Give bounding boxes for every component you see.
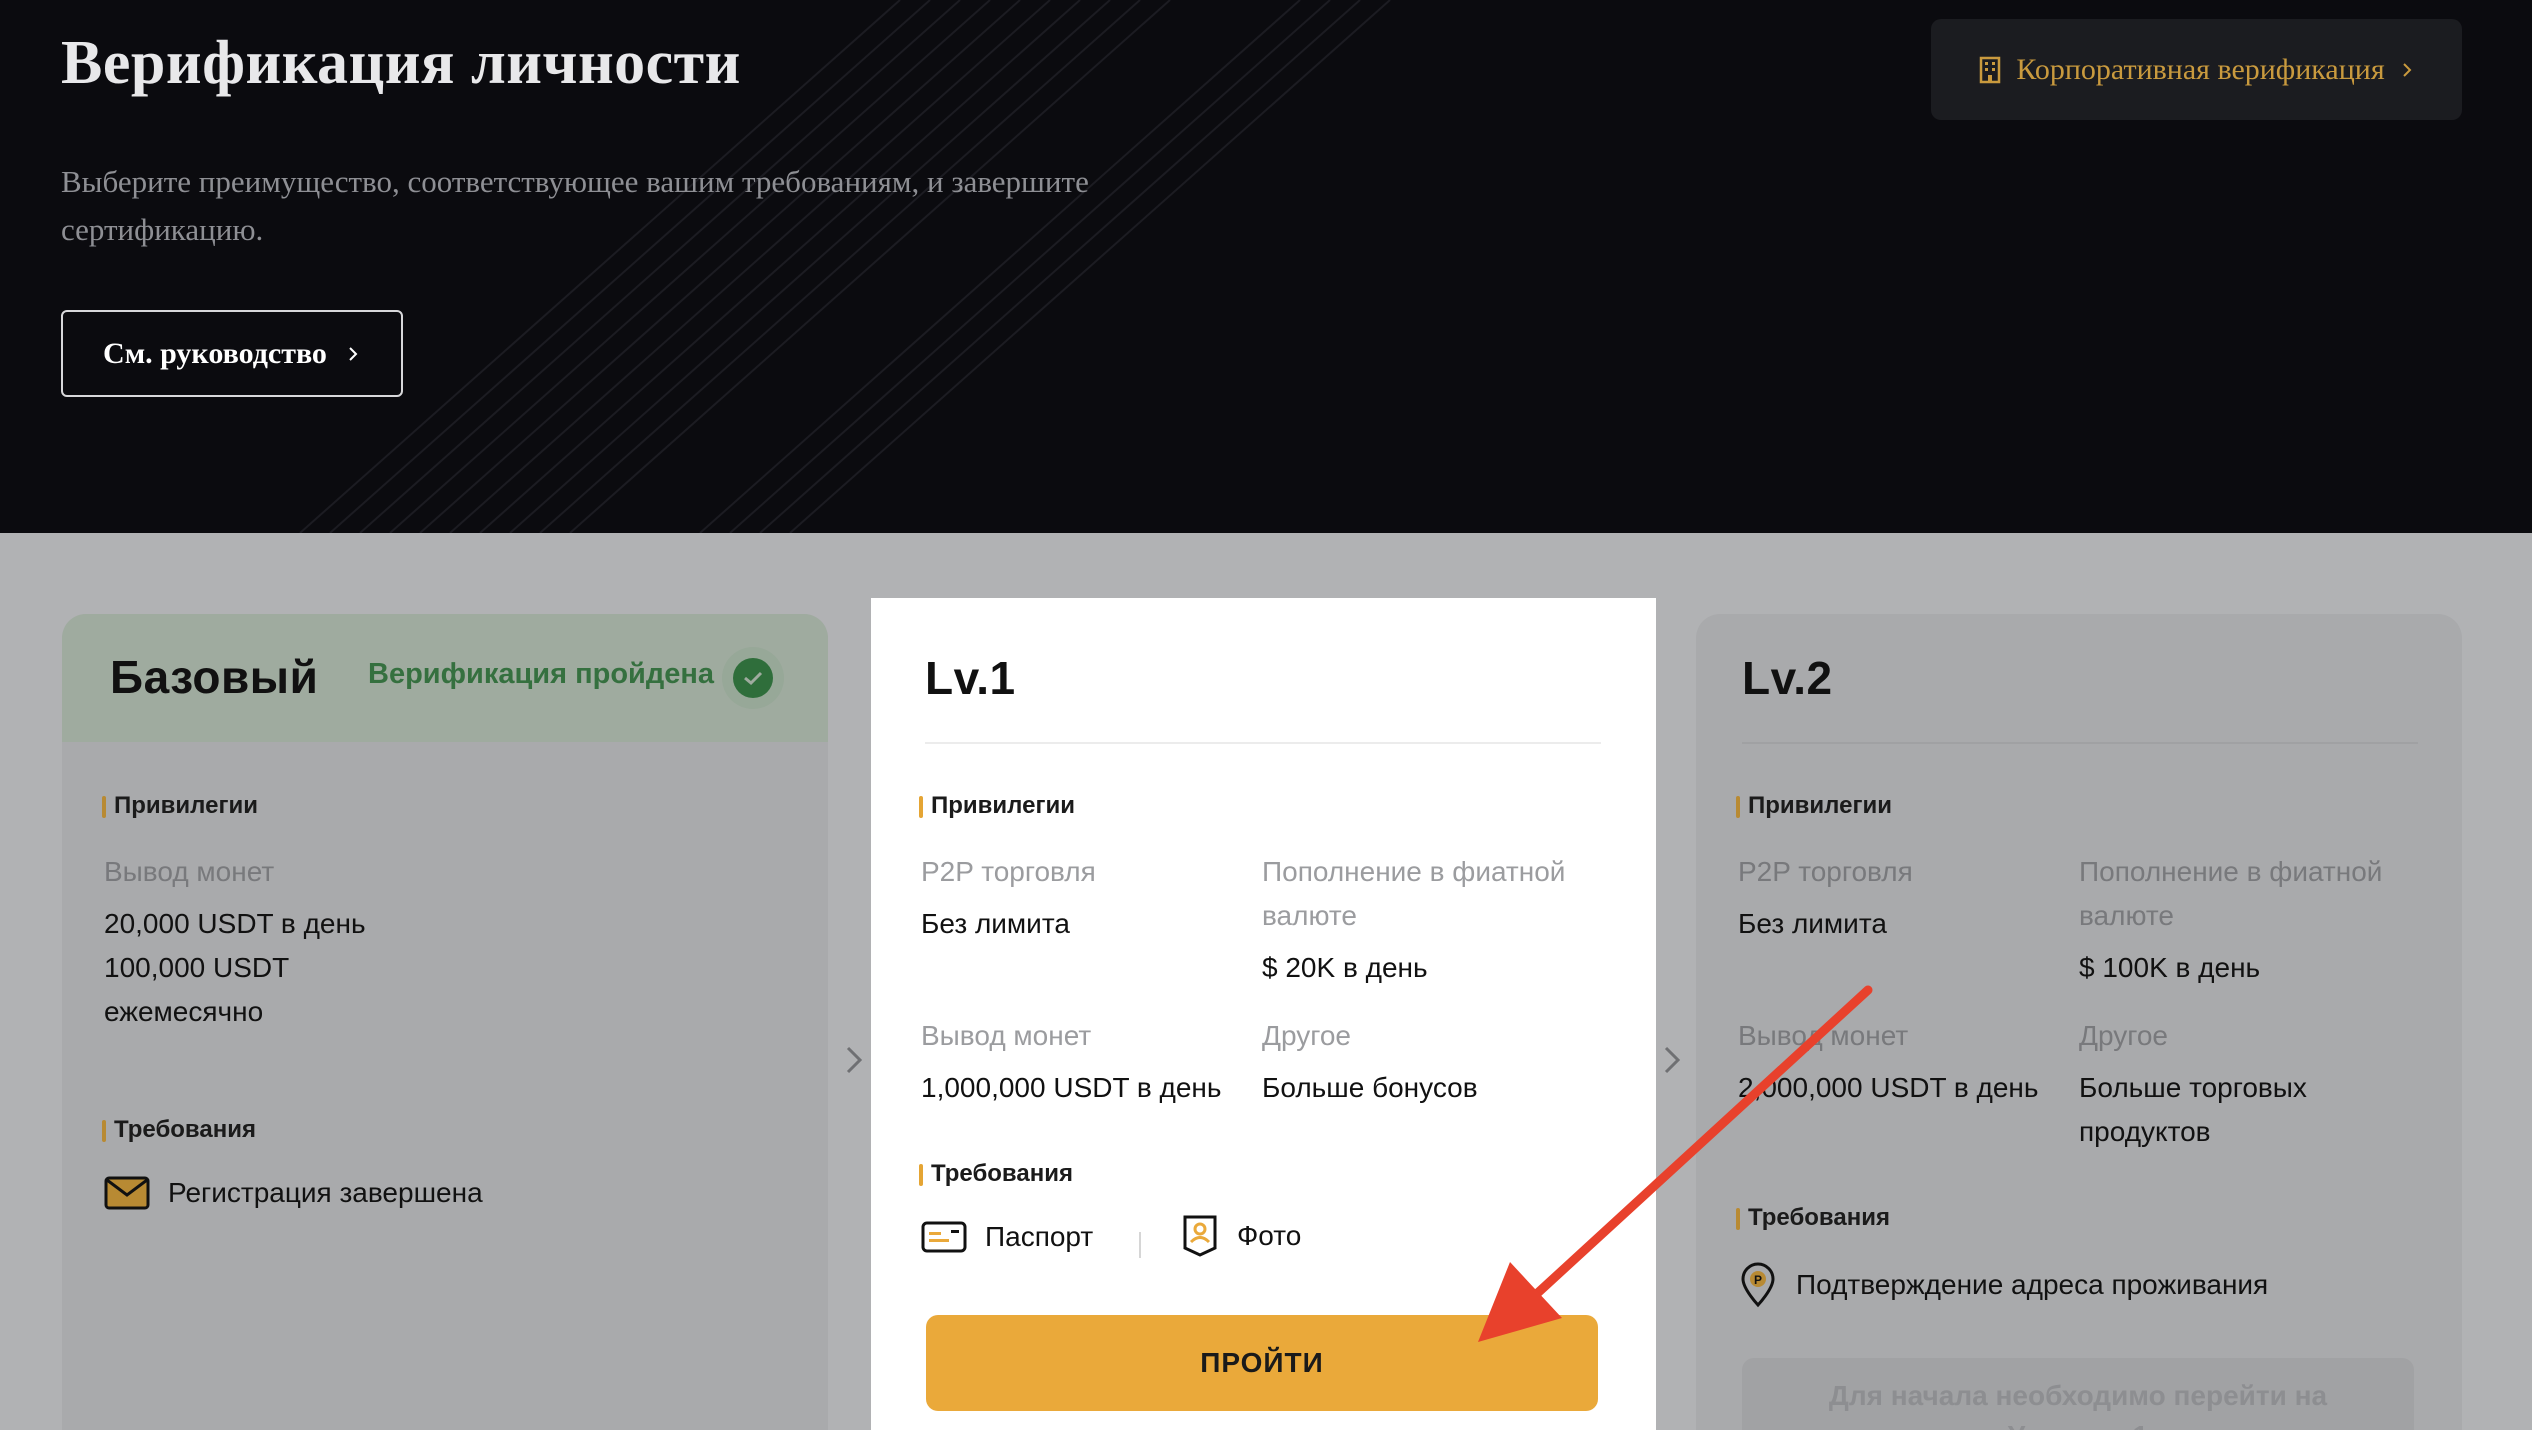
location-pin-icon: P [1741,1262,1775,1308]
other-label: Другое [1262,1020,1351,1051]
requirements-heading: Требования [102,1116,256,1144]
start-verification-button[interactable]: ПРОЙТИ [926,1315,1598,1411]
lv2-disabled-button[interactable]: Для начала необходимо перейти на Уровень… [1742,1358,2414,1430]
privileges-heading: Привилегии [102,792,258,820]
p2p-label: P2P торговля [1738,856,1913,887]
withdraw-value: 2,000,000 USDT в день [1738,1072,2039,1103]
svg-text:P: P [1754,1273,1762,1287]
lv1-card-title: Lv.1 [925,652,1016,704]
page-title: Верификация личности [61,29,741,97]
divider [925,742,1601,744]
requirement-photo: Фото [1181,1214,1301,1258]
fiat-value: $ 20K в день [1262,952,1428,983]
other-label: Другое [2079,1020,2168,1051]
other-value: Больше торговых [2079,1072,2307,1103]
other-value: Больше бонусов [1262,1072,1478,1103]
privileges-heading: Привилегии [1736,792,1892,820]
basic-card-title: Базовый [110,651,319,703]
lv2-card-title: Lv.2 [1742,652,1833,704]
fiat-value: $ 100K в день [2079,952,2261,983]
fiat-label: валюте [2079,900,2174,931]
chevron-right-icon [846,1046,863,1074]
hero-banner: Верификация личности Выберите преимущест… [0,0,2532,533]
view-guide-button[interactable]: См. руководство [61,310,403,397]
requirement-label: Регистрация завершена [168,1177,483,1208]
withdraw-label: Вывод монет [1738,1020,1909,1051]
divider [1742,742,2418,744]
chevron-right-icon [349,346,358,361]
requirement-label: Паспорт [985,1221,1094,1252]
page-subtitle: Выберите преимущество, соответствующее в… [61,164,1089,247]
fiat-label: валюте [1262,900,1357,931]
chevron-right-icon [1664,1046,1681,1074]
withdraw-value: 20,000 USDT в день [104,908,366,939]
check-icon [722,647,784,709]
p2p-label: P2P торговля [921,856,1096,887]
withdraw-value: 1,000,000 USDT в день [921,1072,1222,1103]
envelope-icon [104,1176,150,1210]
level-card-lv2: Lv.2 Привилегии P2P торговля Без лимита … [1696,614,2462,1430]
withdraw-value: 100,000 USDT [104,952,290,983]
fiat-label: Пополнение в фиатной [1262,856,1566,887]
privileges-heading: Привилегии [919,792,1075,820]
verification-status: Верификация пройдена [368,658,715,690]
fiat-label: Пополнение в фиатной [2079,856,2383,887]
requirements-heading: Требования [919,1160,1073,1188]
requirement-registration: Регистрация завершена [104,1176,483,1210]
level-card-lv1: Lv.1 Привилегии P2P торговля Без лимита … [879,614,1645,1430]
requirement-label: Подтверждение адреса проживания [1796,1269,2269,1300]
corporate-verification-button[interactable]: Корпоративная верификация [1931,19,2462,120]
requirement-passport: Паспорт [921,1220,1093,1254]
p2p-value: Без лимита [1738,908,1887,939]
requirement-address: P Подтверждение адреса проживания [1738,1262,2268,1308]
corporate-verification-label: Корпоративная верификация [2016,52,2385,86]
other-value: продуктов [2079,1116,2211,1147]
passport-card-icon [921,1221,967,1253]
level-card-basic: Базовый Верификация пройдена Привилегии … [62,614,828,1430]
disabled-notice-line: Уровень 1 [1742,1416,2414,1430]
requirement-separator [1139,1232,1141,1258]
requirements-heading: Требования [1736,1204,1890,1232]
withdraw-value: ежемесячно [104,996,264,1027]
withdraw-label: Вывод монет [921,1020,1092,1051]
chevron-right-icon [2402,62,2412,77]
requirement-label: Фото [1237,1220,1302,1251]
disabled-notice-line: Для начала необходимо перейти на [1828,1380,2328,1411]
building-icon [1980,56,2001,83]
p2p-value: Без лимита [921,908,1070,939]
photo-id-icon [1183,1215,1217,1257]
view-guide-label: См. руководство [103,336,327,370]
withdraw-label: Вывод монет [104,856,275,887]
